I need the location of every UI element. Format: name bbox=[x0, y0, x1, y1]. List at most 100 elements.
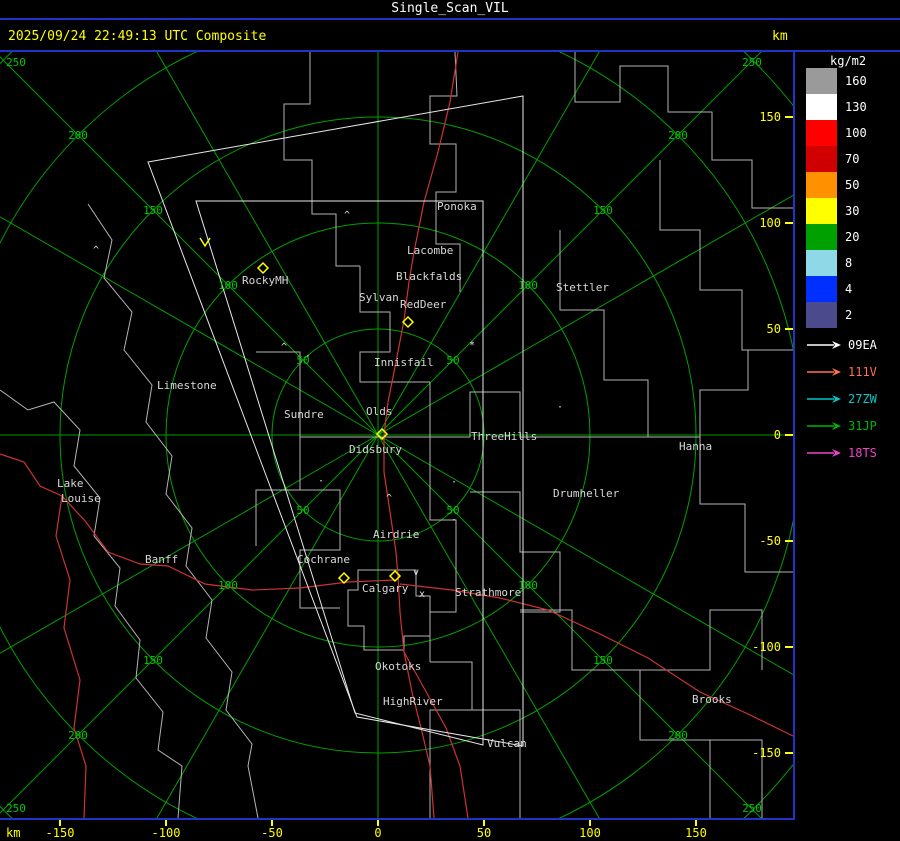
legend-radar-row: 09EA bbox=[806, 338, 877, 352]
radar-map-canvas[interactable]: 50 100 150 200 250 50 100 150 200 250 50… bbox=[0, 52, 793, 818]
legend-scale-row: 8 bbox=[806, 250, 852, 276]
town-label: Airdrie bbox=[373, 528, 419, 541]
range-label: 200 bbox=[68, 129, 88, 142]
legend-radar-row: 27ZW bbox=[806, 392, 877, 406]
town-marker-glyph: * bbox=[469, 340, 475, 351]
y-axis-label: -100 bbox=[752, 640, 781, 654]
legend-swatch bbox=[806, 94, 837, 120]
town-label: Ponoka bbox=[437, 200, 477, 213]
scan-timestamp: 2025/09/24 22:49:13 UTC Composite bbox=[8, 29, 267, 44]
radar-arrow-icon bbox=[807, 395, 841, 403]
town-label: RedDeer bbox=[400, 298, 447, 311]
town-label: Brooks bbox=[692, 693, 732, 706]
y-axis-label: -150 bbox=[752, 746, 781, 760]
legend-scale-row: 130 bbox=[806, 94, 867, 120]
legend-swatch bbox=[806, 120, 837, 146]
x-axis-label: -100 bbox=[151, 826, 181, 840]
town-label: Stettler bbox=[556, 281, 609, 294]
y-axis-ticks bbox=[785, 116, 793, 754]
titlebar: Single_Scan_VIL bbox=[0, 0, 900, 20]
range-label: 50 bbox=[296, 504, 309, 517]
town-marker-glyph: ^ bbox=[281, 342, 287, 353]
range-label: 250 bbox=[742, 56, 762, 69]
town-marker-glyph: · bbox=[451, 515, 457, 526]
town-label: Hanna bbox=[679, 440, 712, 453]
town-label: Lacombe bbox=[407, 244, 453, 257]
legend-value: 70 bbox=[845, 152, 860, 166]
town-marker-glyph: · bbox=[305, 351, 311, 362]
legend-scale-row: 160 bbox=[806, 68, 867, 94]
town-marker-glyph: ^ bbox=[93, 245, 99, 256]
y-axis-label: 50 bbox=[767, 322, 781, 336]
range-label: 150 bbox=[143, 204, 163, 217]
town-marker-glyph: · bbox=[557, 402, 563, 413]
range-label: 250 bbox=[6, 56, 26, 69]
x-axis-label: -150 bbox=[45, 826, 75, 840]
range-label: 200 bbox=[668, 129, 688, 142]
x-axis-label: -50 bbox=[261, 826, 283, 840]
town-label: Innisfail bbox=[374, 356, 434, 369]
infobar: 2025/09/24 22:49:13 UTC Composite km bbox=[0, 20, 900, 52]
legend-swatch bbox=[806, 276, 837, 302]
y-axis-label: -50 bbox=[759, 534, 781, 548]
range-label: 150 bbox=[593, 654, 613, 667]
town-label: Limestone bbox=[157, 379, 217, 392]
x-axis-label: 0 bbox=[374, 826, 382, 840]
radar-site-diamond-icon bbox=[256, 261, 270, 275]
legend-swatch bbox=[806, 68, 837, 94]
legend-value: 130 bbox=[845, 100, 867, 114]
town-marker-glyph: · bbox=[451, 477, 457, 488]
legend-panel: kg/m2 160 130 100 70 50 30 20 8 4 2 09EA… bbox=[795, 52, 900, 818]
legend-scale-row: 30 bbox=[806, 198, 859, 224]
radar-id-label: 111V bbox=[848, 365, 877, 379]
radar-map[interactable]: 50 100 150 200 250 50 100 150 200 250 50… bbox=[0, 52, 795, 818]
legend-scale-row: 2 bbox=[806, 302, 852, 328]
legend-value: 30 bbox=[845, 204, 860, 218]
range-label: 100 bbox=[218, 579, 238, 592]
town-marker-glyph: x bbox=[419, 589, 425, 600]
small-town-markers: ^ ^ ^ · * · ^ · · · v x bbox=[93, 210, 563, 600]
legend-swatch bbox=[806, 172, 837, 198]
radar-id-label: 18TS bbox=[848, 446, 877, 460]
town-marker-glyph: ^ bbox=[344, 210, 350, 221]
y-axis-label: 100 bbox=[759, 216, 781, 230]
y-axis-label: 0 bbox=[774, 428, 781, 442]
legend-value: 2 bbox=[845, 308, 853, 322]
legend-scale-row: 20 bbox=[806, 224, 859, 250]
radar-id-label: 27ZW bbox=[848, 392, 877, 406]
radar-viewer-window: Single_Scan_VIL 2025/09/24 22:49:13 UTC … bbox=[0, 0, 900, 841]
town-label: Calgary bbox=[362, 582, 409, 595]
radar-arrow-icon bbox=[807, 341, 841, 349]
legend-scale-row: 100 bbox=[806, 120, 867, 146]
legend-units-label: kg/m2 bbox=[830, 54, 867, 68]
legend-swatch bbox=[806, 302, 837, 328]
legend-swatch bbox=[806, 198, 837, 224]
legend-radar-row: 111V bbox=[806, 365, 877, 379]
town-label: Olds bbox=[366, 405, 393, 418]
x-axis: km -150 -100 -50 0 50 100 150 bbox=[0, 818, 900, 841]
town-label: Okotoks bbox=[375, 660, 421, 673]
legend-swatch bbox=[806, 146, 837, 172]
town-label: Sundre bbox=[284, 408, 324, 421]
y-axis-unit-label: km bbox=[772, 29, 788, 44]
radar-id-label: 09EA bbox=[848, 338, 877, 352]
radar-id-label: 31JP bbox=[848, 419, 877, 433]
town-label: Lake bbox=[57, 477, 84, 490]
x-axis-label: 50 bbox=[476, 826, 492, 840]
range-label: 150 bbox=[593, 204, 613, 217]
range-label: 200 bbox=[668, 729, 688, 742]
x-axis-label: 100 bbox=[579, 826, 601, 840]
legend-radar-row: 31JP bbox=[806, 419, 877, 433]
legend-value: 160 bbox=[845, 74, 867, 88]
town-marker-glyph: ^ bbox=[386, 493, 392, 504]
x-axis-unit-label: km bbox=[6, 826, 21, 840]
town-marker-glyph: v bbox=[413, 567, 419, 578]
town-label: Didsbury bbox=[349, 443, 402, 456]
range-label: 50 bbox=[446, 354, 459, 367]
range-label: 250 bbox=[6, 802, 26, 815]
y-axis-label: 150 bbox=[759, 110, 781, 124]
town-label: HighRiver bbox=[383, 695, 443, 708]
town-label: Blackfalds bbox=[396, 270, 462, 283]
range-label: 100 bbox=[218, 279, 238, 292]
range-label: 100 bbox=[518, 279, 538, 292]
